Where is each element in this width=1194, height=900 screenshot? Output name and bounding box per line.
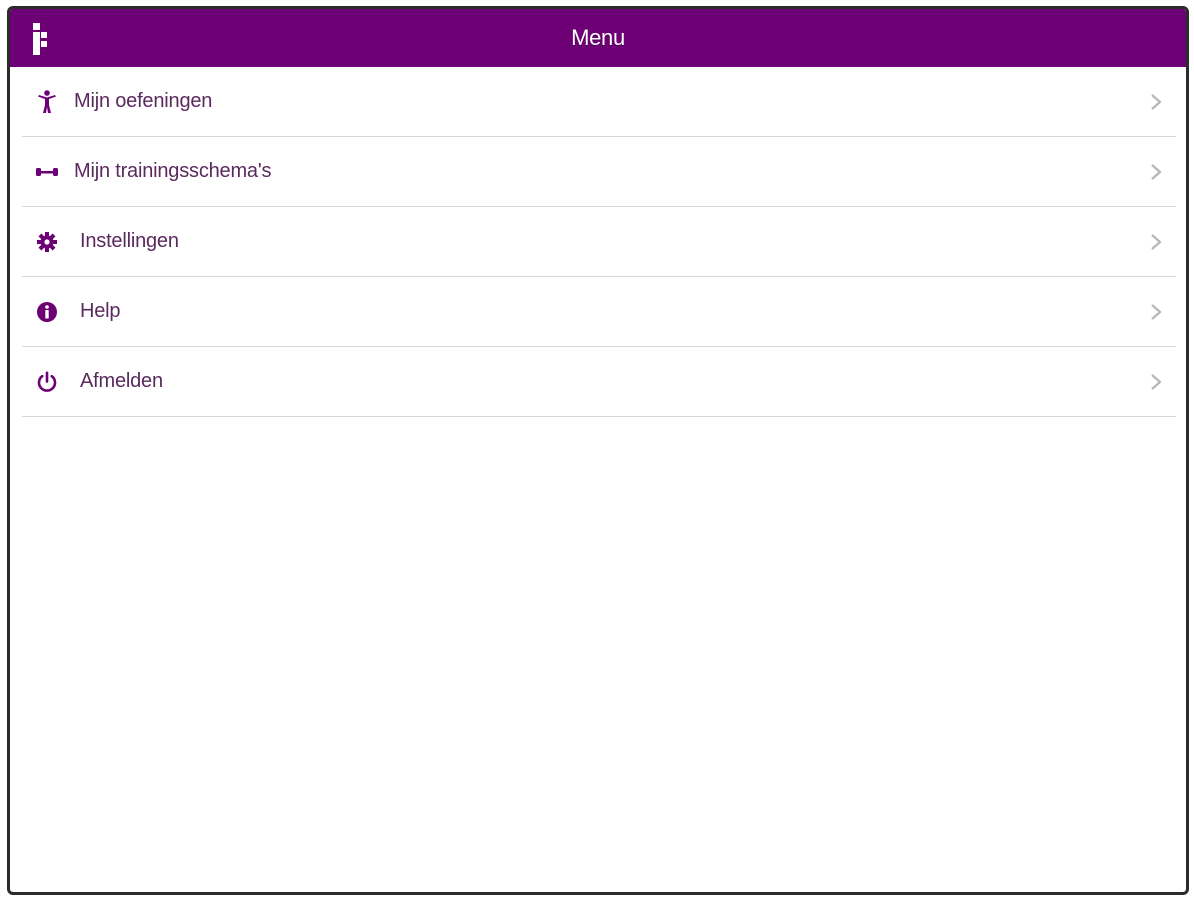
- chevron-right-icon: [1151, 303, 1162, 320]
- menu-list: Mijn oefeningen Mijn trainingsschema's I…: [22, 67, 1176, 417]
- menu-item-mijn-oefeningen[interactable]: Mijn oefeningen: [22, 67, 1176, 137]
- app-logo-icon: [33, 23, 47, 55]
- power-icon: [34, 369, 60, 395]
- chevron-right-icon: [1151, 373, 1162, 390]
- menu-item-instellingen[interactable]: Instellingen: [22, 207, 1176, 277]
- chevron-right-icon: [1151, 93, 1162, 110]
- info-icon: [34, 299, 60, 325]
- menu-item-label: Help: [80, 300, 121, 322]
- menu-item-label: Instellingen: [80, 230, 179, 252]
- gear-icon: [34, 229, 60, 255]
- chevron-right-icon: [1151, 233, 1162, 250]
- menu-item-label: Mijn trainingsschema's: [74, 160, 272, 182]
- menu-item-afmelden[interactable]: Afmelden: [22, 347, 1176, 417]
- app-header: Menu: [10, 9, 1186, 67]
- chevron-right-icon: [1151, 163, 1162, 180]
- menu-item-mijn-trainingsschemas[interactable]: Mijn trainingsschema's: [22, 137, 1176, 207]
- dumbbell-icon: [34, 159, 60, 185]
- menu-item-label: Afmelden: [80, 370, 163, 392]
- person-icon: [34, 89, 60, 115]
- app-window: Menu Mijn oefeningen Mijn trainingsschem…: [7, 6, 1189, 895]
- page-title: Menu: [571, 25, 625, 50]
- menu-item-help[interactable]: Help: [22, 277, 1176, 347]
- menu-item-label: Mijn oefeningen: [74, 90, 213, 112]
